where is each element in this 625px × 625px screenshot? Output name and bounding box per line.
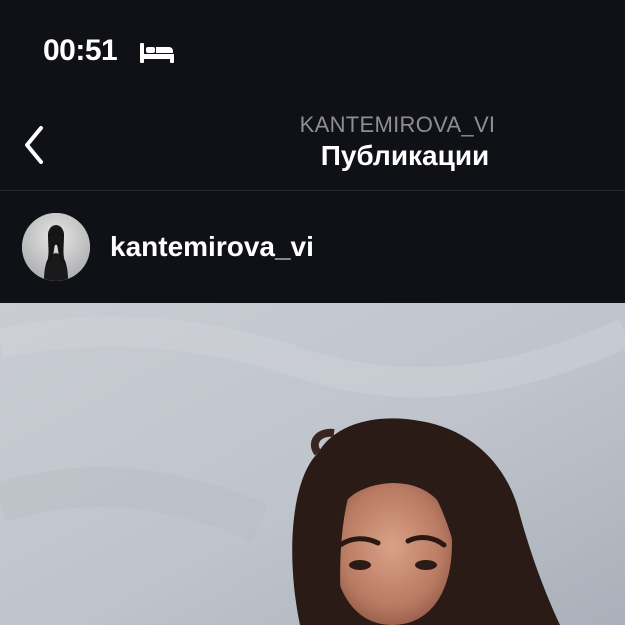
photo-post-image bbox=[0, 303, 625, 625]
nav-bar: KANTEMIROVA_VI Публикации bbox=[0, 100, 625, 190]
post-photo[interactable] bbox=[0, 303, 625, 625]
status-time: 00:51 bbox=[43, 34, 118, 67]
page-title: Публикации bbox=[320, 140, 490, 171]
post-header: kantemirova_vi bbox=[0, 191, 625, 303]
status-bar: 00:51 bbox=[0, 0, 625, 100]
avatar[interactable] bbox=[22, 213, 90, 281]
nav-account-name: KANTEMIROVA_VI bbox=[299, 112, 496, 137]
post-username[interactable]: kantemirova_vi bbox=[110, 231, 314, 263]
avatar-photo bbox=[22, 213, 90, 281]
bed-icon bbox=[140, 43, 174, 63]
